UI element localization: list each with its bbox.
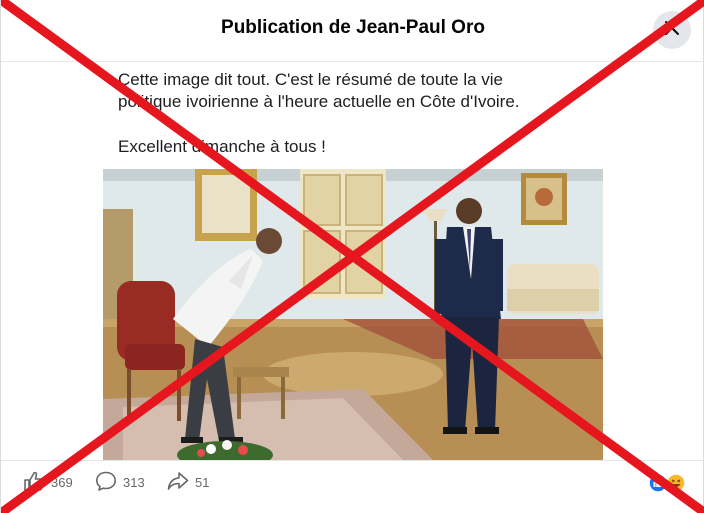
- reaction-icons[interactable]: [646, 471, 690, 493]
- dialog-title: Publication de Jean-Paul Oro: [221, 17, 485, 38]
- post-text: Cette image dit tout. C'est le résumé de…: [118, 69, 598, 158]
- like-count[interactable]: 369: [23, 471, 73, 493]
- post-photo[interactable]: [103, 169, 603, 460]
- post-text-line: Excellent dimanche à tous !: [118, 137, 326, 156]
- like-count-value: 369: [51, 474, 73, 490]
- comment-icon: [95, 471, 123, 494]
- comment-count-value: 313: [123, 474, 145, 490]
- post-text-line: Cette image dit tout. C'est le résumé de…: [118, 70, 503, 89]
- dialog-header: Publication de Jean-Paul Oro: [1, 0, 704, 62]
- close-icon: [664, 20, 680, 41]
- close-button[interactable]: [653, 11, 691, 49]
- like-reaction-icon: [648, 473, 668, 498]
- comment-count[interactable]: 313: [95, 471, 145, 493]
- share-count[interactable]: 51: [167, 471, 209, 493]
- post-dialog: Publication de Jean-Paul Oro Cette image…: [0, 0, 704, 513]
- share-count-value: 51: [195, 474, 210, 490]
- thumbs-up-icon: [23, 471, 51, 494]
- post-footer: 369 313 51: [1, 460, 704, 513]
- share-icon: [167, 471, 195, 494]
- post-text-line: politique ivoirienne à l'heure actuelle …: [118, 92, 520, 111]
- photo-scene: [103, 169, 603, 460]
- haha-reaction-icon: [666, 473, 686, 498]
